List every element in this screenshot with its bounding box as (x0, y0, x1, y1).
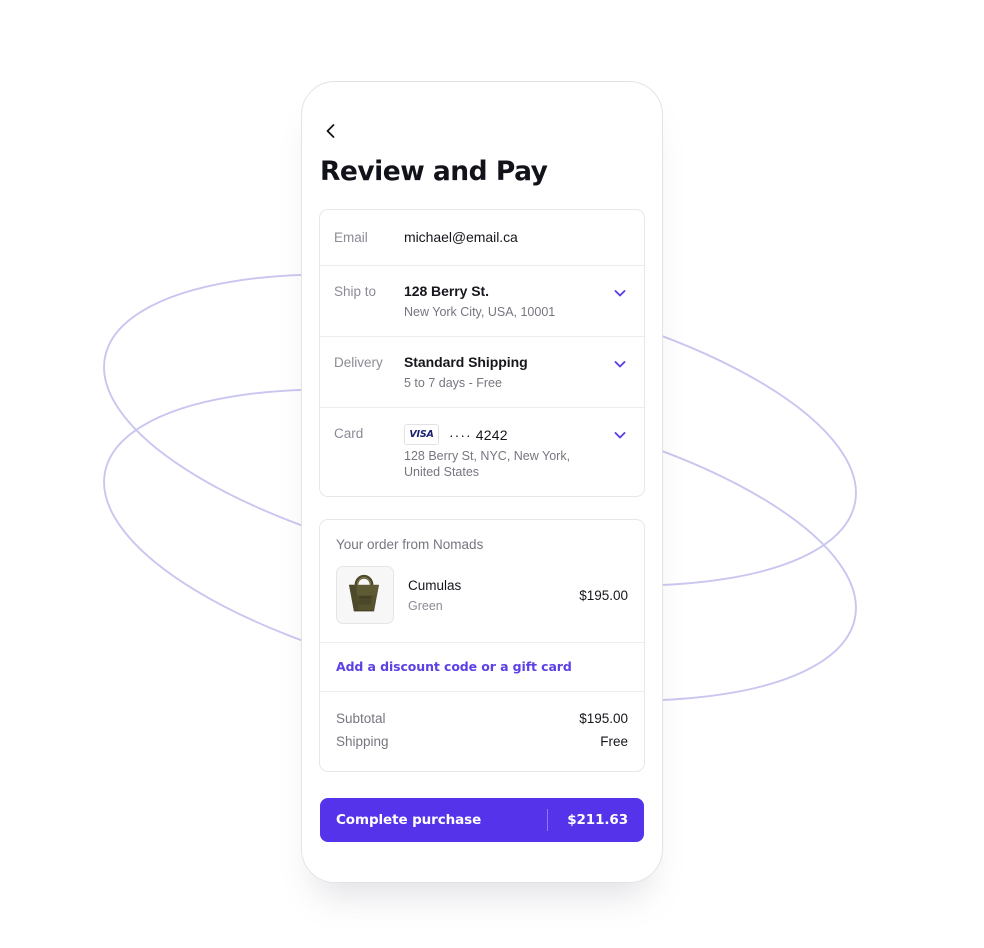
card-billing-line1: 128 Berry St, NYC, New York, (404, 449, 571, 464)
product-thumbnail (336, 566, 394, 625)
card-billing-line2: United States (404, 465, 480, 480)
green-tote-bag-icon (337, 567, 391, 622)
subtotal-label: Subtotal (336, 711, 386, 727)
order-item-variant: Green (408, 598, 443, 613)
complete-purchase-button[interactable]: Complete purchase $211.63 (320, 798, 644, 842)
detail-row-ship-to[interactable]: Ship to 128 Berry St. New York City, USA… (320, 265, 644, 336)
detail-body-email: michael@email.ca (404, 228, 628, 247)
detail-label-card: Card (334, 426, 364, 442)
visa-wordmark: VISA (409, 429, 434, 441)
total-row-subtotal: Subtotal $195.00 (336, 707, 628, 730)
discount-row: Add a discount code or a gift card (320, 642, 644, 693)
delivery-chevron-down-icon[interactable] (612, 356, 628, 372)
email-value: michael@email.ca (404, 229, 518, 246)
detail-body-card: VISA ···· 4242 128 Berry St, NYC, New Yo… (404, 424, 612, 480)
detail-row-delivery[interactable]: Delivery Standard Shipping 5 to 7 days -… (320, 336, 644, 407)
detail-label-ship-to: Ship to (334, 284, 377, 300)
detail-row-card[interactable]: Card VISA ···· 4242 128 Berry St, NYC, N… (320, 407, 644, 496)
shipping-label: Shipping (336, 734, 389, 750)
detail-label-email: Email (334, 230, 368, 246)
add-discount-code-link[interactable]: Add a discount code or a gift card (336, 659, 572, 674)
delivery-method-name: Standard Shipping (404, 354, 528, 371)
card-last4: 4242 (475, 426, 508, 443)
phone-screen: Review and Pay Email michael@email.ca Sh… (302, 82, 662, 882)
detail-body-delivery: Standard Shipping 5 to 7 days - Free (404, 353, 612, 391)
phone-device-frame: Review and Pay Email michael@email.ca Sh… (301, 81, 663, 883)
checkout-scroll-area[interactable]: Review and Pay Email michael@email.ca Sh… (302, 82, 662, 882)
order-item-price: $195.00 (579, 587, 628, 603)
order-line-item: Cumulas Green $195.00 (320, 558, 644, 642)
order-summary-card: Your order from Nomads Cumulas Green $19… (319, 519, 645, 773)
detail-row-email[interactable]: Email michael@email.ca (320, 210, 644, 265)
order-item-name: Cumulas (408, 577, 462, 593)
delivery-estimate: 5 to 7 days - Free (404, 376, 502, 391)
cta-divider (547, 809, 548, 831)
back-chevron-left-icon[interactable] (321, 121, 341, 141)
ship-to-address-line2: New York City, USA, 10001 (404, 305, 556, 320)
card-mask-dots: ···· (449, 426, 472, 443)
order-item-text: Cumulas Green (394, 577, 571, 614)
card-chevron-down-icon[interactable] (612, 427, 628, 443)
card-masked-number: ···· 4242 (449, 427, 508, 443)
order-totals: Subtotal $195.00 Shipping Free (320, 692, 644, 771)
shipping-value: Free (600, 734, 628, 750)
complete-purchase-amount: $211.63 (567, 812, 628, 828)
page-title: Review and Pay (320, 156, 548, 187)
total-row-shipping: Shipping Free (336, 730, 628, 753)
checkout-details-card: Email michael@email.ca Ship to 128 Berry… (319, 209, 645, 498)
detail-body-ship-to: 128 Berry St. New York City, USA, 10001 (404, 282, 612, 320)
ship-to-address-line1: 128 Berry St. (404, 283, 489, 300)
screenshot-canvas: Review and Pay Email michael@email.ca Sh… (0, 0, 984, 948)
complete-purchase-label: Complete purchase (336, 812, 482, 828)
visa-card-icon: VISA (404, 424, 439, 446)
checkout-footer: Complete purchase $211.63 (302, 790, 662, 882)
navigation-bar (319, 82, 645, 146)
ship-to-chevron-down-icon[interactable] (612, 285, 628, 301)
subtotal-value: $195.00 (579, 711, 628, 727)
order-summary-heading: Your order from Nomads (336, 537, 484, 553)
card-brand-line: VISA ···· 4242 (404, 424, 612, 446)
detail-label-delivery: Delivery (334, 355, 383, 371)
